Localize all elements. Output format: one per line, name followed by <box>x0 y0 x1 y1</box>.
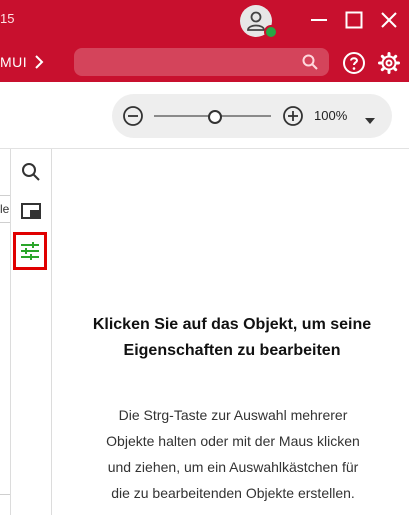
description-line: Objekte halten oder mit der Maus klicken <box>106 433 360 449</box>
minimize-button[interactable] <box>308 9 330 31</box>
window-title-fragment: 15 <box>0 11 15 26</box>
description-line: die zu bearbeitenden Objekte erstellen. <box>111 485 355 501</box>
chevron-right-icon <box>35 55 44 69</box>
left-pane-clipped: le <box>0 149 10 515</box>
zoom-control: 100% <box>112 94 392 138</box>
chevron-down-icon <box>365 118 375 124</box>
panel-icon <box>21 203 41 219</box>
sidebar-properties-button[interactable] <box>13 232 47 270</box>
divider <box>0 195 10 196</box>
help-icon <box>343 52 365 74</box>
minimize-icon <box>311 19 327 21</box>
zoom-dropdown-button[interactable] <box>364 112 376 130</box>
search-icon <box>22 163 40 181</box>
close-icon <box>381 12 397 28</box>
description-line: Die Strg-Taste zur Auswahl mehrerer <box>118 407 348 423</box>
divider <box>0 494 10 495</box>
help-button[interactable] <box>342 51 366 80</box>
search-icon[interactable] <box>301 53 319 76</box>
properties-empty-description: Die Strg-Taste zur Auswahl mehrerer Obje… <box>72 402 394 506</box>
sidebar-panel-button[interactable] <box>20 200 42 222</box>
zoom-in-button[interactable] <box>282 105 304 132</box>
zoom-toolbar: 100% <box>0 82 409 148</box>
breadcrumb[interactable]: MUI <box>0 54 27 70</box>
heading-line: Klicken Sie auf das Objekt, um seine <box>92 316 372 333</box>
left-pane-text-fragment: le <box>0 202 10 216</box>
search-input[interactable] <box>74 48 329 76</box>
title-bar: 15 MUI <box>0 0 409 82</box>
description-line: und ziehen, um ein Auswahlkästchen für <box>107 459 359 475</box>
presence-status-dot <box>264 25 278 39</box>
properties-empty-heading: Klicken Sie auf das Objekt, um seine Eig… <box>62 312 402 364</box>
user-avatar-icon <box>247 11 265 31</box>
zoom-out-icon <box>123 106 143 126</box>
zoom-in-icon <box>283 106 303 126</box>
maximize-button[interactable] <box>343 9 365 31</box>
side-icon-bar <box>10 149 52 515</box>
maximize-icon <box>345 11 363 29</box>
close-button[interactable] <box>378 9 400 31</box>
zoom-level-value[interactable]: 100% <box>314 108 347 123</box>
zoom-out-button[interactable] <box>122 105 144 132</box>
gear-icon <box>378 52 400 74</box>
heading-line: Eigenschaften zu bearbeiten <box>123 342 341 359</box>
sidebar-search-button[interactable] <box>20 161 42 183</box>
settings-button[interactable] <box>377 51 401 80</box>
properties-panel: Klicken Sie auf das Objekt, um seine Eig… <box>52 149 409 515</box>
breadcrumb-chevron[interactable] <box>32 52 46 77</box>
properties-sliders-icon <box>21 242 39 260</box>
zoom-slider-thumb[interactable] <box>208 110 222 124</box>
divider <box>0 222 10 223</box>
